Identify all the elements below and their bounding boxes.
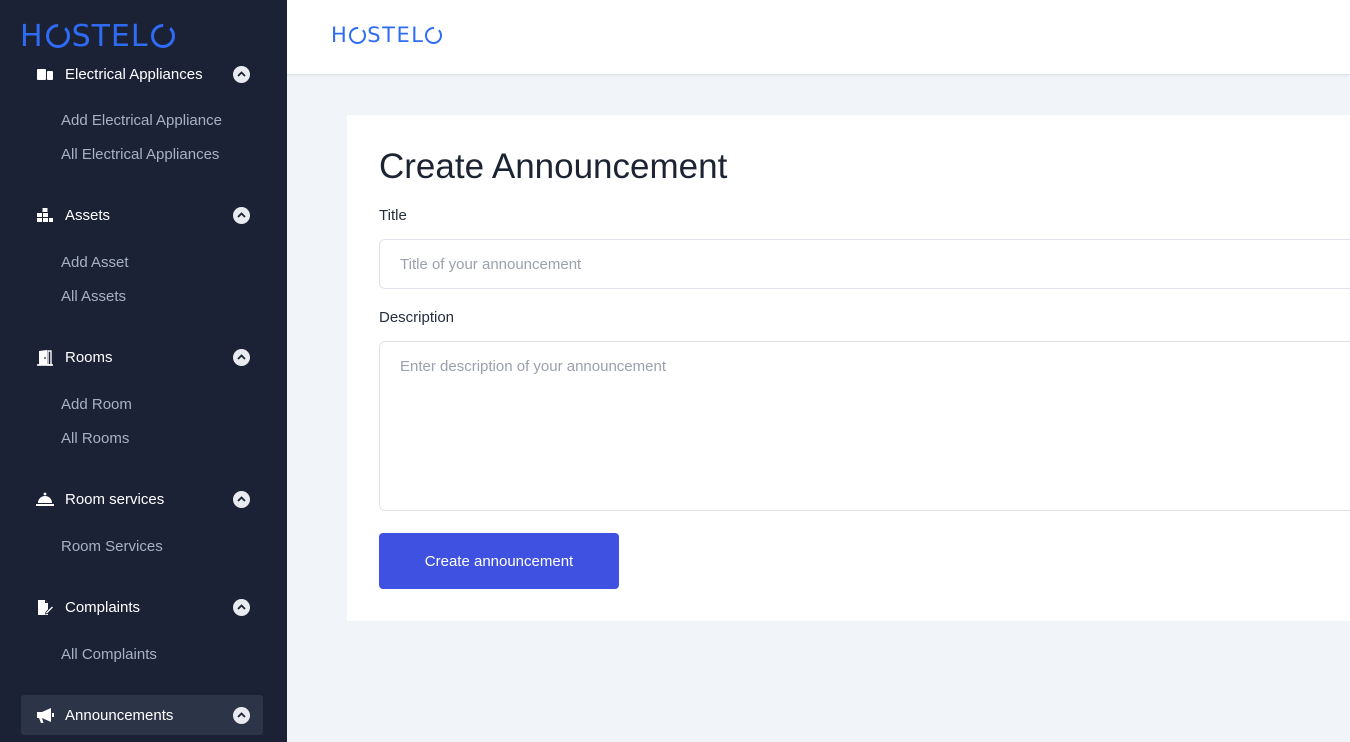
chevron-up-icon[interactable] [233, 706, 250, 724]
chevron-up-icon[interactable] [233, 65, 250, 83]
sidebar-item-room-services[interactable]: Room Services [61, 538, 163, 555]
sidebar-logo[interactable]: H STEL [20, 18, 207, 54]
sidebar-group-electrical-appliances[interactable]: Electrical Appliances [35, 62, 250, 86]
chevron-up-icon[interactable] [233, 490, 250, 508]
sidebar-group-label: Electrical Appliances [65, 65, 203, 83]
logo-letters-prefix: H [331, 23, 349, 47]
page-title: Create Announcement [379, 147, 728, 186]
sidebar: Electrical Appliances Add Electrical App… [0, 0, 287, 742]
sidebar-group-label: Rooms [65, 348, 113, 366]
sidebar-group-complaints[interactable]: Complaints [35, 595, 250, 619]
chevron-up-icon[interactable] [233, 598, 250, 616]
logo-ring-icon [150, 22, 175, 48]
logo-letters-suffix: STEL [367, 23, 425, 47]
logo-letters-suffix: STEL [71, 18, 149, 54]
title-label: Title [379, 207, 407, 224]
logo-wordmark: H STEL [331, 23, 443, 47]
service-bell-icon [35, 490, 55, 508]
logo-ring-icon [45, 22, 70, 48]
logo-wordmark: H STEL [20, 19, 177, 54]
sidebar-item-all-electrical-appliances[interactable]: All Electrical Appliances [61, 146, 219, 163]
description-label: Description [379, 309, 455, 326]
chevron-up-icon[interactable] [233, 348, 250, 366]
megaphone-icon [35, 706, 55, 724]
create-announcement-card: Create Announcement Title Description Cr… [347, 115, 1350, 621]
chevron-up-icon[interactable] [233, 206, 250, 224]
sidebar-item-add-electrical-appliance[interactable]: Add Electrical Appliance [61, 112, 222, 129]
logo-ring-icon [425, 24, 443, 44]
sidebar-item-add-asset[interactable]: Add Asset [61, 254, 129, 271]
sidebar-item-all-complaints[interactable]: All Complaints [61, 646, 157, 663]
sidebar-item-all-rooms[interactable]: All Rooms [61, 430, 129, 447]
complaint-icon [35, 598, 55, 616]
sidebar-group-label: Announcements [65, 706, 174, 724]
sidebar-group-label: Assets [65, 206, 111, 224]
door-icon [35, 348, 55, 366]
sidebar-group-announcements[interactable]: Announcements [35, 703, 250, 727]
sidebar-group-label: Room services [65, 490, 165, 508]
top-header: H STEL [287, 0, 1350, 75]
appliance-icon [35, 65, 55, 83]
sidebar-group-room-services[interactable]: Room services [35, 487, 250, 511]
description-textarea[interactable] [379, 341, 1350, 511]
sidebar-group-assets[interactable]: Assets [35, 203, 250, 227]
sidebar-item-add-room[interactable]: Add Room [61, 396, 132, 413]
header-logo[interactable]: H STEL [331, 22, 443, 48]
assets-icon [35, 206, 55, 224]
sidebar-item-all-assets[interactable]: All Assets [61, 288, 126, 305]
logo-letters-prefix: H [20, 18, 44, 54]
sidebar-group-label: Complaints [65, 598, 141, 616]
sidebar-group-rooms[interactable]: Rooms [35, 345, 250, 369]
title-input[interactable] [379, 239, 1350, 289]
logo-ring-icon [349, 24, 367, 44]
create-announcement-button[interactable]: Create announcement [379, 533, 619, 589]
